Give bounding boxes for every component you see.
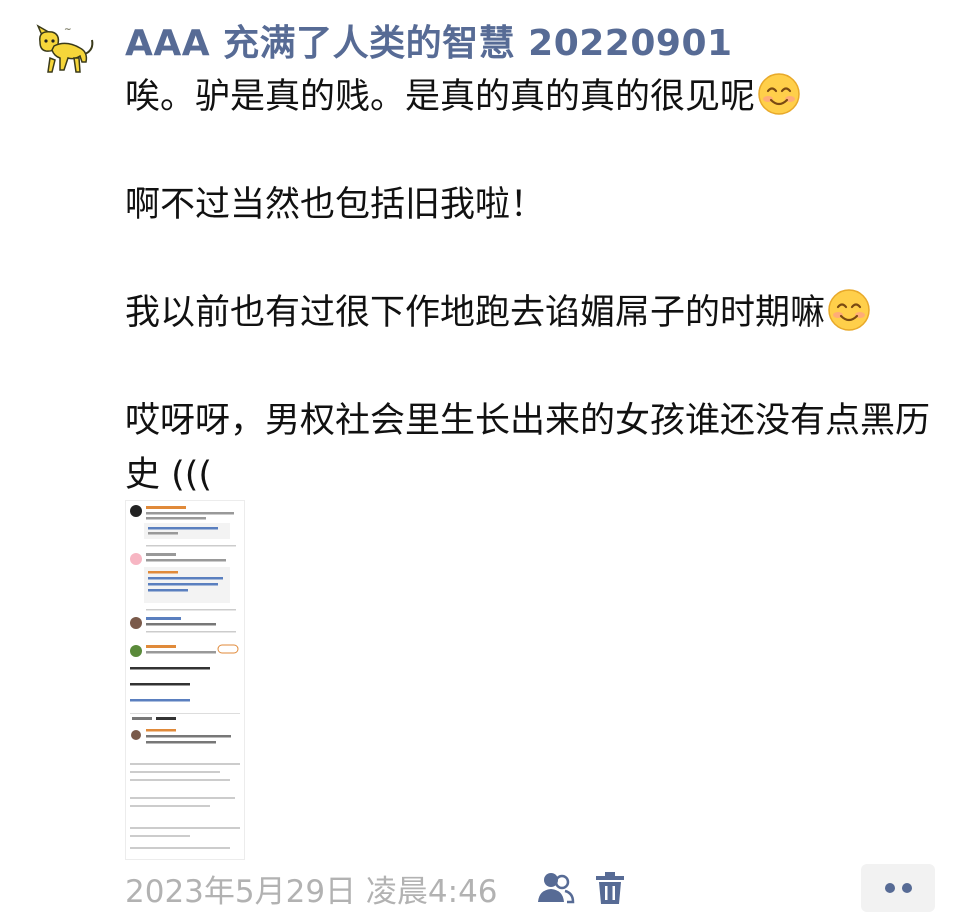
post-paragraph: 哎呀呀，男权社会里生长出来的女孩谁还没有点黑历史 (((	[125, 401, 931, 495]
smiling-face-emoji-icon	[828, 289, 870, 331]
attached-image-thumbnail[interactable]	[125, 500, 245, 860]
visibility-button[interactable]	[536, 868, 576, 908]
screenshot-thumbnail-icon	[130, 505, 240, 849]
smiling-face-emoji-icon	[758, 73, 800, 115]
delete-button[interactable]	[590, 868, 630, 908]
more-options-button[interactable]	[861, 864, 935, 912]
visibility-people-icon	[538, 873, 575, 904]
post-timestamp: 2023年5月29日 凌晨4:46	[125, 874, 498, 910]
svg-text:~: ~	[64, 25, 72, 35]
post-author-name[interactable]: AAA 充满了人类的智慧 20220901	[125, 14, 733, 66]
post-content: 唉。驴是真的贱。是真的真的真的很见呢 啊不过当然也包括旧我啦！ 我以前也有过很下…	[125, 70, 945, 502]
cat-avatar-icon: ~	[36, 24, 94, 73]
post-paragraph: 啊不过当然也包括旧我啦！	[125, 185, 546, 225]
more-dots-icon	[901, 883, 912, 893]
post-paragraph: 我以前也有过很下作地跑去谄媚屌子的时期嘛	[125, 286, 945, 340]
avatar[interactable]: ~	[30, 18, 96, 78]
more-dots-icon	[884, 883, 895, 893]
post-paragraph: 唉。驴是真的贱。是真的真的真的很见呢	[125, 70, 945, 124]
delete-trash-icon	[596, 872, 624, 904]
